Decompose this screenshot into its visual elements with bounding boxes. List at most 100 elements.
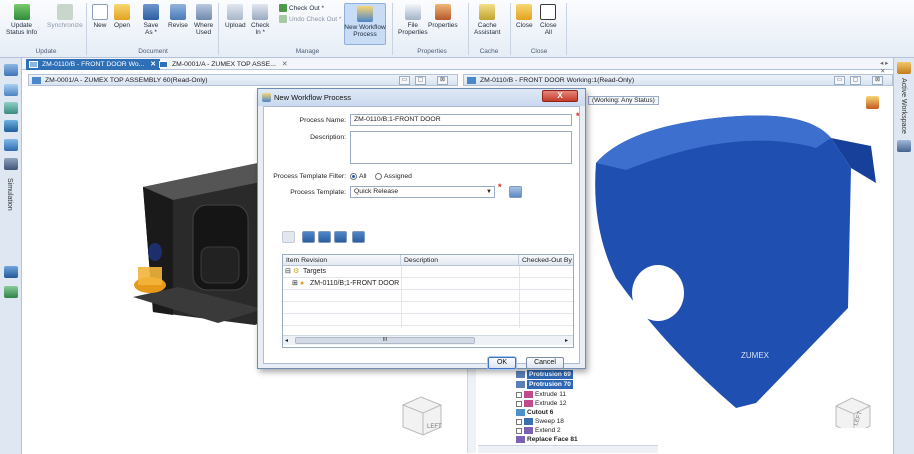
description-input[interactable] [350,131,572,164]
revise-button[interactable]: Revise [168,4,188,29]
column-header-item-revision[interactable]: Item Revision [283,255,401,266]
expand-icon[interactable]: ⊞ [292,278,298,290]
properties-disabled-icon[interactable] [282,231,295,243]
targets-folder-icon: ⚙ [293,268,300,275]
check-out-button[interactable]: Check Out * [279,4,324,12]
undo-check-out-button[interactable]: Undo Check Out * [279,15,341,23]
new-workflow-process-button[interactable]: New Workflow Process [344,3,386,45]
synchronize-button[interactable]: Synchronize [47,4,83,29]
extrude-icon [524,400,533,407]
undo-icon[interactable] [352,231,365,243]
tree-item-extend-2[interactable]: Extend 2 [516,426,561,435]
properties-button[interactable]: Properties [428,4,458,29]
tree-checkbox[interactable] [516,427,522,434]
tree-checkbox[interactable] [516,418,522,425]
assembly-icon [32,77,41,84]
dialog-close-button[interactable]: X [542,90,578,102]
revision-rule-label[interactable]: (Working: Any Status) [588,96,659,105]
minimize-icon[interactable]: ▭ [399,76,410,85]
where-used-button[interactable]: Where Used [194,4,213,36]
column-header-checked-out-by[interactable]: Checked-Out By [519,255,573,266]
upload-button[interactable]: Upload [225,4,246,29]
cache-assistant-button[interactable]: Cache Assistant [474,4,500,36]
tree-item-protrusion-70[interactable]: Protrusion 70 [516,380,573,389]
maximize-icon[interactable]: ▢ [415,76,426,85]
check-in-button[interactable]: Check In * [251,4,269,36]
table-row[interactable]: ⊟ ⚙ Targets [283,266,573,278]
file-properties-button[interactable]: File Properties [398,4,428,36]
template-lookup-icon[interactable] [509,186,522,198]
table-row [283,302,573,314]
filter-assigned-radio[interactable] [375,173,382,180]
column-header-description[interactable]: Description [401,255,519,266]
teamcenter-icon[interactable] [897,62,911,74]
parts-icon[interactable] [4,84,18,96]
tree-scrollbar[interactable] [467,368,476,453]
filter-all-radio[interactable] [350,173,357,180]
simulation-tab[interactable]: Simulation [6,178,13,211]
scroll-thumb[interactable]: III [295,337,475,344]
process-name-input[interactable]: ZM-0110/B;1-FRONT DOOR [350,114,572,126]
protrusion-icon [516,381,525,388]
tree-item-label: Protrusion 69 [527,370,573,379]
features-icon[interactable] [4,102,18,114]
active-workspace-tab[interactable]: Active Workspace [900,78,907,134]
paste-icon[interactable] [334,231,347,243]
structure-icon[interactable] [4,64,18,76]
tree-item-extrude-12[interactable]: Extrude 12 [516,399,566,408]
save-as-button[interactable]: Save As * [143,4,159,36]
tree-horizontal-scrollbar[interactable] [478,445,658,453]
close-icon[interactable]: ⊠ [872,76,883,85]
properties-label: Properties [428,22,458,29]
scroll-left-icon[interactable]: ◂ [285,337,288,344]
close-icon[interactable]: ⊠ [437,76,448,85]
copy-icon[interactable] [318,231,331,243]
close-button[interactable]: Close [516,4,533,29]
chevron-down-icon[interactable]: ▼ [486,187,492,197]
table-row [283,314,573,326]
cancel-button[interactable]: Cancel [526,357,564,369]
process-template-select[interactable]: Quick Release ▼ [350,186,495,198]
tree-item-cutout-6[interactable]: Cutout 6 [516,408,553,417]
grid-icon[interactable] [4,286,18,298]
tree-item-protrusion-69[interactable]: Protrusion 69 [516,370,573,379]
settings-icon[interactable] [897,140,911,152]
library-icon[interactable] [4,266,18,278]
tab-close-icon[interactable]: ✕ [282,61,288,68]
close-all-button[interactable]: Close All [540,4,557,36]
grid-horizontal-scrollbar[interactable]: ◂ III ▸ [283,335,573,345]
new-button[interactable]: New [92,4,108,29]
template-filter-label: Process Template Filter: [273,173,346,180]
tree-item-extrude-11[interactable]: Extrude 11 [516,390,566,399]
view-icon[interactable] [4,139,18,151]
dialog-title-bar[interactable]: New Workflow Process X [258,89,585,106]
revise-label: Revise [168,22,188,29]
minimize-icon[interactable]: ▭ [834,76,845,85]
right-viewport[interactable]: ZUMEX LEFT [586,108,891,428]
tree-checkbox[interactable] [516,391,522,398]
juice-glass-body [138,267,162,285]
filter-assigned-label: Assigned [384,173,412,180]
tree-item-sweep-18[interactable]: Sweep 18 [516,417,564,426]
layers-icon[interactable] [4,120,18,132]
simulation-icon[interactable] [4,158,18,170]
ok-button[interactable]: OK [488,357,516,369]
scroll-right-icon[interactable]: ▸ [565,337,568,344]
revise-icon [169,4,186,20]
open-button[interactable]: Open [114,4,130,29]
tree-item-label: Extrude 12 [535,400,567,407]
filter-all-label: All [359,173,367,180]
tree-item-replace-face-81[interactable]: Replace Face 81 [516,435,578,444]
synchronize-icon [56,4,73,20]
new-workflow-process-dialog: New Workflow Process X Process Name: ZM-… [257,88,586,369]
tab-scroll-arrows-icon[interactable]: ◂ ▸ ✕ [880,59,893,75]
collapse-icon[interactable]: ⊟ [285,266,291,278]
table-row[interactable]: ⊞ ● ZM-0110/B;1-FRONT DOOR [283,278,573,290]
tab-top-assembly[interactable]: ZM-0001/A - ZUMEX TOP ASSE... ✕ [156,59,291,70]
update-status-info-button[interactable]: Update Status Info [6,4,37,36]
maximize-icon[interactable]: ▢ [850,76,861,85]
tree-checkbox[interactable] [516,400,522,407]
part-icon [467,77,476,84]
tab-front-door[interactable]: ZM-0110/B - FRONT DOOR Wo... ✕ [26,59,160,70]
add-target-icon[interactable] [302,231,315,243]
